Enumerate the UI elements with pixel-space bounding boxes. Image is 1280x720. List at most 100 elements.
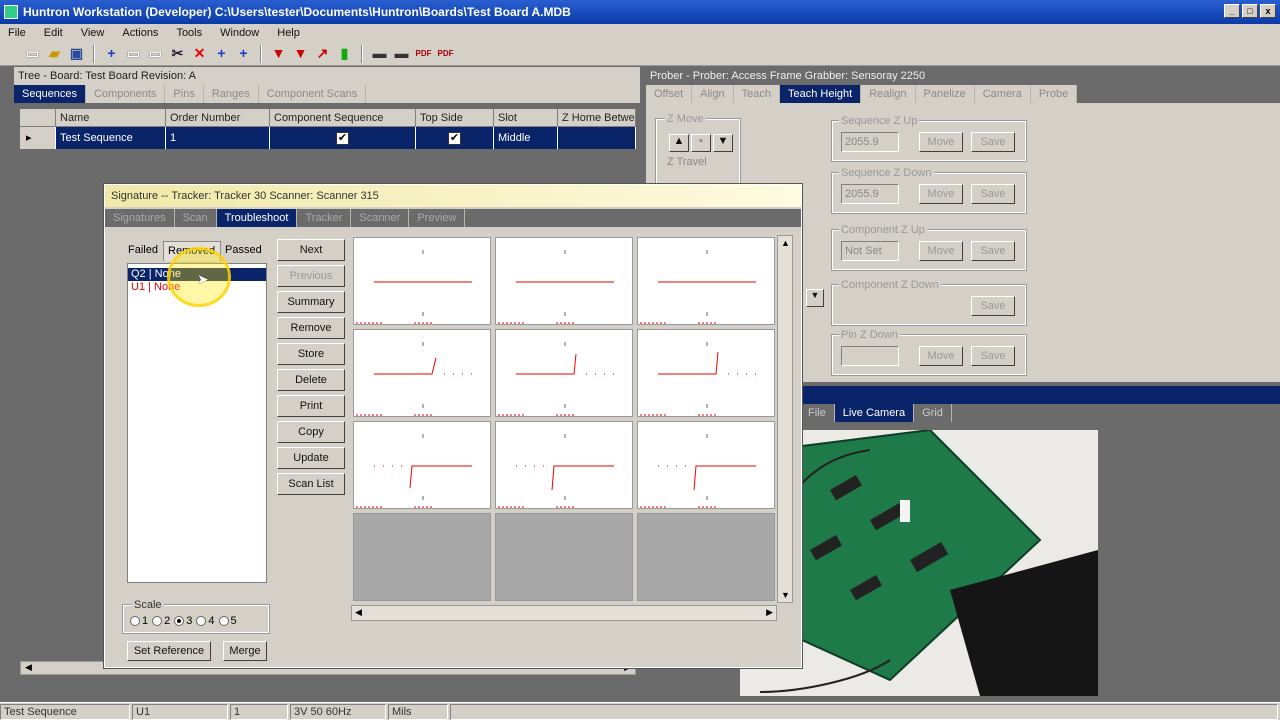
component-z-up-move-button[interactable]: Move: [919, 241, 963, 261]
signature-plot[interactable]: [637, 237, 775, 325]
tab-scan[interactable]: Scan: [174, 209, 217, 227]
plot-vscrollbar[interactable]: ▲ ▼: [777, 235, 793, 603]
signature-plot[interactable]: [495, 237, 633, 325]
copy-icon[interactable]: ▭: [125, 45, 142, 62]
z-mid-button[interactable]: ▪: [691, 134, 711, 152]
tab-scanner[interactable]: Scanner: [351, 209, 410, 227]
menu-help[interactable]: Help: [269, 27, 310, 39]
pin-z-down-value[interactable]: [841, 346, 899, 366]
signature-plot[interactable]: [495, 421, 633, 509]
tab-camera[interactable]: Camera: [974, 85, 1031, 103]
sequence-z-up-save-button[interactable]: Save: [971, 132, 1015, 152]
tab-align[interactable]: Align: [692, 85, 734, 103]
cell-slot[interactable]: Middle: [494, 127, 558, 149]
z-up-button[interactable]: ▲: [669, 134, 689, 152]
menu-view[interactable]: View: [73, 27, 115, 39]
z-down-button[interactable]: ▼: [713, 134, 733, 152]
cut-icon[interactable]: ✂: [169, 45, 186, 62]
tab-signatures[interactable]: Signatures: [105, 209, 175, 227]
tab-realign[interactable]: Realign: [861, 85, 916, 103]
scan-icon[interactable]: ▬: [371, 45, 388, 62]
tab-probe[interactable]: Probe: [1030, 85, 1078, 103]
append-icon[interactable]: +: [235, 45, 252, 62]
next-button[interactable]: Next: [277, 239, 345, 261]
tab-troubleshoot[interactable]: Troubleshoot: [216, 209, 298, 227]
sequence-z-down-move-button[interactable]: Move: [919, 184, 963, 204]
tab-preview[interactable]: Preview: [409, 209, 466, 227]
tab-teach-height[interactable]: Teach Height: [779, 85, 862, 103]
tab-tracker[interactable]: Tracker: [297, 209, 352, 227]
tab-sequences[interactable]: Sequences: [14, 85, 87, 103]
tab-pins[interactable]: Pins: [165, 85, 204, 103]
z-travel-dropdown[interactable]: ▼: [806, 289, 824, 307]
pdf-all-icon[interactable]: PDF: [437, 45, 454, 62]
paste-icon[interactable]: ▭: [147, 45, 164, 62]
sequence-z-down-save-button[interactable]: Save: [971, 184, 1015, 204]
cell-name[interactable]: Test Sequence: [56, 127, 166, 149]
col-component-sequence[interactable]: Component Sequence: [270, 109, 416, 126]
col-name[interactable]: Name: [56, 109, 166, 126]
scan-list-button[interactable]: Scan List: [277, 473, 345, 495]
signature-plot[interactable]: [495, 329, 633, 417]
minimize-button[interactable]: _: [1224, 4, 1240, 18]
scroll-right-icon[interactable]: ▶: [766, 607, 773, 618]
probe-pair-icon[interactable]: ▼: [292, 45, 309, 62]
tab-panelize[interactable]: Panelize: [915, 85, 975, 103]
delete-icon[interactable]: ✕: [191, 45, 208, 62]
top-side-checkbox[interactable]: ✔: [448, 131, 461, 145]
sequence-z-down-value[interactable]: 2055.9: [841, 184, 899, 204]
cell-component-sequence[interactable]: ✔: [270, 127, 416, 149]
signature-plot[interactable]: [353, 237, 491, 325]
plot-hscrollbar[interactable]: ◀ ▶: [351, 605, 777, 621]
store-button[interactable]: Store: [277, 343, 345, 365]
scale-option-2[interactable]: 2: [152, 615, 170, 627]
table-row[interactable]: ▸ Test Sequence 1 ✔ ✔ Middle: [20, 127, 636, 149]
tab-file[interactable]: File: [800, 404, 835, 422]
menu-tools[interactable]: Tools: [168, 27, 212, 39]
status-led-icon[interactable]: ▮: [336, 45, 353, 62]
scroll-up-icon[interactable]: ▲: [781, 238, 790, 248]
previous-button[interactable]: Previous: [277, 265, 345, 287]
probe-tool-icon[interactable]: ↗: [314, 45, 331, 62]
scale-option-5[interactable]: 5: [218, 615, 237, 627]
add-icon[interactable]: +: [103, 45, 120, 62]
set-reference-button[interactable]: Set Reference: [127, 641, 211, 661]
tab-live-camera[interactable]: Live Camera: [834, 404, 915, 422]
maximize-button[interactable]: □: [1242, 4, 1258, 18]
signature-plot[interactable]: [637, 421, 775, 509]
pin-z-down-move-button[interactable]: Move: [919, 346, 963, 366]
tab-teach[interactable]: Teach: [733, 85, 780, 103]
col-z-home[interactable]: Z Home Betwe: [558, 109, 636, 126]
save-icon[interactable]: ▣: [68, 45, 85, 62]
pdf-icon[interactable]: PDF: [415, 45, 432, 62]
menu-edit[interactable]: Edit: [36, 27, 73, 39]
menu-file[interactable]: File: [0, 27, 36, 39]
insert-icon[interactable]: +: [213, 45, 230, 62]
tab-component-scans[interactable]: Component Scans: [258, 85, 367, 103]
probe-down-icon[interactable]: ▼: [270, 45, 287, 62]
merge-button[interactable]: Merge: [223, 641, 267, 661]
scale-option-1[interactable]: 1: [130, 615, 148, 627]
scan-all-icon[interactable]: ▬: [393, 45, 410, 62]
sequence-z-up-value[interactable]: 2055.9: [841, 132, 899, 152]
col-top-side[interactable]: Top Side: [416, 109, 494, 126]
col-order-number[interactable]: Order Number: [166, 109, 270, 126]
scroll-left-icon[interactable]: ◀: [355, 607, 362, 618]
delete-button[interactable]: Delete: [277, 369, 345, 391]
copy-button[interactable]: Copy: [277, 421, 345, 443]
close-button[interactable]: x: [1260, 4, 1276, 18]
tab-grid[interactable]: Grid: [914, 404, 952, 422]
scale-option-4[interactable]: 4: [196, 615, 215, 627]
pin-z-down-save-button[interactable]: Save: [971, 346, 1015, 366]
menu-window[interactable]: Window: [212, 27, 269, 39]
tab-offset[interactable]: Offset: [646, 85, 693, 103]
open-folder-icon[interactable]: ▰: [46, 45, 63, 62]
summary-button[interactable]: Summary: [277, 291, 345, 313]
tab-components[interactable]: Components: [86, 85, 166, 103]
tab-failed[interactable]: Failed: [123, 241, 163, 261]
col-slot[interactable]: Slot: [494, 109, 558, 126]
scale-option-3[interactable]: 3: [174, 615, 192, 627]
signature-plot[interactable]: [637, 329, 775, 417]
tab-ranges[interactable]: Ranges: [203, 85, 259, 103]
component-z-up-value[interactable]: Not Set: [841, 241, 899, 261]
